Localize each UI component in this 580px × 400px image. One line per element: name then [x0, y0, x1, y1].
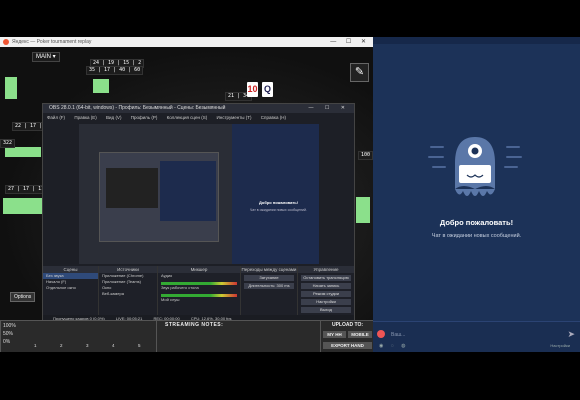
upload-to-label: UPLOAD TO: [331, 322, 364, 328]
menu-scene-collection[interactable]: Коллекция сцен (S) [167, 115, 208, 120]
sources-header: Источники [99, 266, 157, 273]
start-recording-button[interactable]: Начать запись [301, 283, 351, 289]
chat-welcome-title: Добро пожаловать! [439, 218, 514, 227]
progress-tick[interactable]: 4 [112, 343, 115, 348]
seat-info: 35 | 17 | 40 | 60 [86, 66, 144, 75]
preview-capture-left [79, 124, 232, 264]
player-chip-stack [3, 198, 43, 214]
controls-dock: Управление Остановить трансляцию Начать … [298, 266, 354, 322]
player-chip-stack [356, 197, 370, 223]
obs-window: OBS 28.0.1 (64-bit, windows) - Профиль: … [42, 103, 355, 323]
scene-item[interactable]: Отдельное окно [43, 285, 98, 291]
pen-icon[interactable]: ✎ [350, 63, 369, 82]
seat-info: 322 [0, 139, 16, 148]
obs-menubar: Файл (F) Правка (E) Вид (V) Профиль (P) … [43, 113, 354, 122]
obs-docks: Сцены Без звука Начало (F) Отдельное окн… [43, 266, 354, 322]
studio-mode-button[interactable]: Режим студии [301, 291, 351, 297]
preview-welcome: Добро пожаловать! [259, 200, 299, 205]
player-chip-stack [5, 147, 41, 157]
source-item[interactable]: Веб-камера [99, 291, 157, 297]
menu-view[interactable]: Вид (V) [106, 115, 121, 120]
exit-button[interactable]: Выход [301, 307, 351, 313]
obs-title: OBS 28.0.1 (64-bit, windows) - Профиль: … [49, 105, 226, 111]
window-controls[interactable]: — ☐ ✕ [330, 37, 370, 47]
settings-button[interactable]: Настройки [301, 299, 351, 305]
chat-input-bar: Ваш... ➤ ◉ ◌ ◍ Настройки [373, 321, 580, 353]
main-menu-button[interactable]: MAIN ▾ [32, 52, 60, 62]
browser-titlebar: Яндекс — Poker tournament replay — ☐ ✕ [0, 37, 373, 47]
nested-obs-capture [99, 152, 219, 242]
chat-tool-icons[interactable]: ◉ ◌ ◍ [379, 343, 408, 349]
progress-label: 100% [3, 323, 16, 329]
preview-waiting: Чат в ожидании новых сообщений. [250, 208, 307, 212]
browser-logo-icon [3, 39, 9, 45]
progress-tick[interactable]: 2 [60, 343, 63, 348]
options-button[interactable]: Options [10, 292, 36, 302]
chat-settings-link[interactable]: Настройки [550, 343, 570, 348]
seat-info: 100 [358, 151, 373, 160]
menu-edit[interactable]: Правка (E) [74, 115, 96, 120]
mixer-channel: Звук рабочего стола [161, 285, 199, 290]
robot-mascot-icon [428, 137, 522, 196]
obs-titlebar: OBS 28.0.1 (64-bit, windows) - Профиль: … [43, 104, 354, 113]
controls-header: Управление [298, 266, 354, 273]
nested-preview [106, 168, 158, 208]
transition-select[interactable]: Затухание [244, 275, 294, 281]
transitions-dock: Переходы между сценами Затухание Длитель… [241, 266, 298, 322]
mixer-header: Микшер [158, 266, 240, 273]
mixer-dock: Микшер Аудио Звук рабочего стола Мой слу… [158, 266, 241, 322]
progress-tick[interactable]: 3 [86, 343, 89, 348]
progress-label: 50% [3, 331, 14, 337]
scenes-header: Сцены [43, 266, 98, 273]
sources-dock: Источники Приложение (Chrome) Приложение… [99, 266, 158, 322]
player-chip-stack [93, 79, 109, 93]
streaming-notes-panel: STREAMING NOTES: [156, 320, 322, 353]
streaming-notes-label: STREAMING NOTES: [165, 322, 224, 328]
mixer-channel: Мой слуш [161, 297, 180, 302]
menu-tools[interactable]: Инструменты (T) [216, 115, 251, 120]
letterbox-top [0, 0, 580, 37]
preview-chat: Добро пожаловать! Чат в ожидании новых с… [232, 124, 319, 264]
transitions-header: Переходы между сценами [241, 266, 297, 273]
nested-chat [160, 161, 216, 221]
chat-input[interactable]: Ваш... [391, 330, 541, 340]
menu-file[interactable]: Файл (F) [47, 115, 65, 120]
send-icon[interactable]: ➤ [567, 329, 575, 340]
avatar[interactable] [377, 330, 385, 338]
chat-waiting-text: Чат в ожидании новых сообщений. [431, 233, 522, 239]
progress-panel: 100% 50% 0% 1 2 3 4 5 [0, 320, 158, 353]
community-card: Q [262, 82, 273, 97]
progress-label: 0% [3, 339, 11, 345]
mixer-channel: Аудио [161, 273, 173, 278]
stop-stream-button[interactable]: Остановить трансляцию [301, 275, 351, 281]
export-hand-button[interactable]: EXPORT HAND [323, 342, 372, 349]
seat-info: 27 | 17 | 11 [5, 185, 48, 194]
menu-help[interactable]: Справка (H) [261, 115, 286, 120]
community-card: 10 [247, 82, 258, 97]
progress-tick[interactable]: 5 [138, 343, 141, 348]
player-chip-stack [5, 77, 17, 99]
obs-preview[interactable]: Добро пожаловать! Чат в ожидании новых с… [79, 124, 319, 264]
chat-panel: Добро пожаловать! Чат в ожидании новых с… [373, 37, 580, 353]
upload-panel: UPLOAD TO: MY HH MOBILE EXPORT HAND [320, 320, 375, 353]
transition-duration[interactable]: Длительность: 300 ms [244, 283, 294, 289]
letterbox-bottom [0, 352, 580, 400]
mobile-button[interactable]: MOBILE [348, 331, 372, 338]
browser-title: Яндекс — Poker tournament replay [12, 39, 92, 45]
obs-window-controls[interactable]: — ☐ ✕ [309, 104, 350, 113]
progress-tick[interactable]: 1 [34, 343, 37, 348]
scenes-dock: Сцены Без звука Начало (F) Отдельное окн… [43, 266, 99, 322]
menu-profile[interactable]: Профиль (P) [131, 115, 158, 120]
chat-header [373, 37, 580, 44]
my-hh-button[interactable]: MY HH [323, 331, 346, 338]
